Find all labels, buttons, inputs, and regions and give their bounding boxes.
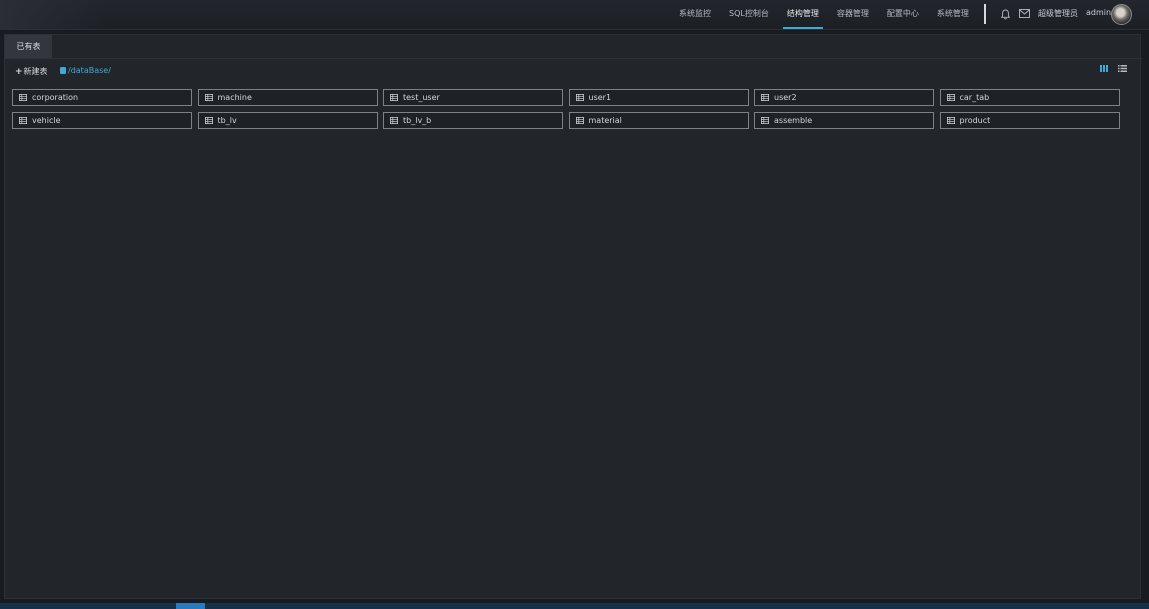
- breadcrumb-path: /dataBase/: [68, 66, 111, 75]
- table-icon: [946, 116, 955, 124]
- table-card[interactable]: product: [939, 111, 1120, 129]
- nav-item-config-center[interactable]: 配置中心: [878, 0, 928, 30]
- mail-icon[interactable]: [1019, 9, 1030, 18]
- table-name: product: [959, 115, 991, 125]
- table-icon: [204, 94, 213, 101]
- table-name: test_user: [403, 93, 440, 102]
- table-icon: [19, 94, 27, 101]
- table-card[interactable]: corporation: [12, 89, 192, 106]
- taskbar: [0, 603, 1149, 609]
- list-view-icon[interactable]: [1118, 65, 1127, 72]
- table-icon: [390, 116, 398, 124]
- table-icon: [575, 116, 584, 124]
- table-card[interactable]: tb_lv: [197, 111, 378, 129]
- nav-item-system[interactable]: 系统管理: [928, 0, 978, 30]
- table-icon: [946, 94, 955, 101]
- table-icon: [19, 116, 27, 124]
- user-role: 超级管理员: [1038, 9, 1078, 18]
- table-card[interactable]: material: [568, 111, 749, 129]
- table-card[interactable]: user1: [568, 89, 749, 106]
- taskbar-active-item[interactable]: [176, 603, 205, 609]
- bell-icon[interactable]: [1001, 9, 1010, 20]
- table-name: tb_lv: [217, 115, 237, 125]
- main-panel: 已有表 +新建表 /dataBase/ corporation machine te…: [4, 34, 1142, 599]
- username[interactable]: admin: [1086, 8, 1111, 17]
- table-name: user1: [588, 93, 612, 102]
- table-name: assemble: [774, 115, 813, 125]
- table-name: corporation: [32, 93, 79, 102]
- table-icon: [390, 94, 398, 101]
- table-card[interactable]: car_tab: [939, 89, 1120, 106]
- table-name: tb_lv_b: [403, 115, 432, 125]
- table-card[interactable]: test_user: [383, 89, 563, 106]
- table-card[interactable]: vehicle: [12, 111, 192, 129]
- plus-icon: +: [15, 67, 23, 77]
- brand-area: [0, 0, 110, 30]
- table-icon: [761, 116, 769, 124]
- table-name: material: [588, 115, 622, 125]
- table-icon: [204, 116, 213, 124]
- tab-existing-tables[interactable]: 已有表: [5, 35, 52, 58]
- top-navbar: 系统监控 SQL控制台 结构管理 容器管理 配置中心 系统管理 超级管理员 ad…: [0, 0, 1149, 30]
- grid-view-icon[interactable]: [1100, 65, 1108, 72]
- table-icon: [575, 94, 584, 101]
- nav-item-monitoring[interactable]: 系统监控: [670, 0, 720, 30]
- table-card[interactable]: tb_lv_b: [383, 111, 563, 129]
- nav-divider: [984, 4, 986, 24]
- table-name: vehicle: [32, 115, 61, 125]
- avatar[interactable]: [1111, 4, 1132, 25]
- breadcrumb[interactable]: /dataBase/: [60, 66, 111, 75]
- table-card[interactable]: assemble: [754, 111, 934, 129]
- new-table-button[interactable]: +新建表: [15, 66, 48, 77]
- table-card[interactable]: user2: [754, 89, 934, 106]
- main-nav: 系统监控 SQL控制台 结构管理 容器管理 配置中心 系统管理: [670, 0, 978, 30]
- table-name: user2: [774, 93, 797, 102]
- tab-divider: [5, 58, 1142, 59]
- table-icon: [761, 94, 769, 101]
- table-card[interactable]: machine: [197, 89, 378, 106]
- new-table-label: 新建表: [23, 67, 48, 76]
- table-name: car_tab: [959, 93, 990, 102]
- nav-item-sql-console[interactable]: SQL控制台: [720, 0, 778, 30]
- table-name: machine: [217, 93, 252, 102]
- database-icon: [60, 67, 66, 74]
- nav-item-structure[interactable]: 结构管理: [778, 0, 828, 30]
- nav-item-containers[interactable]: 容器管理: [828, 0, 878, 30]
